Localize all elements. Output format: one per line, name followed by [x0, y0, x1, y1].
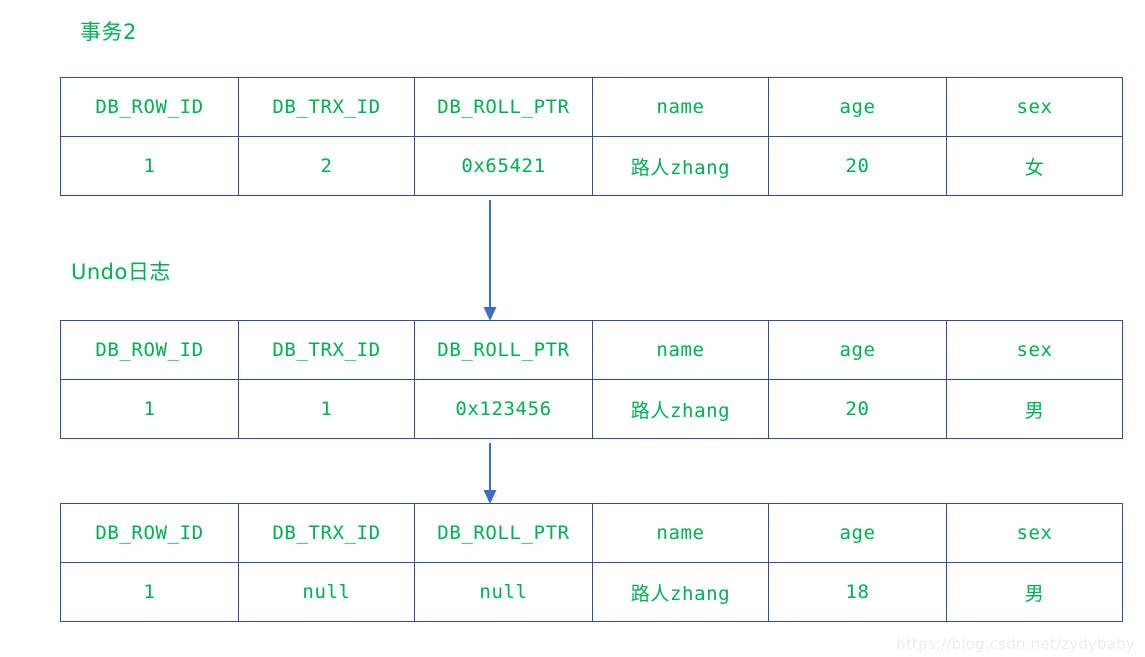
- table-header-row: DB_ROW_ID DB_TRX_ID DB_ROLL_PTR name age…: [60, 503, 1123, 563]
- header-cell-age: age: [768, 77, 947, 137]
- header-cell-sex: sex: [946, 320, 1123, 380]
- cell-sex: 男: [946, 562, 1123, 622]
- undo-version-1-table: DB_ROW_ID DB_TRX_ID DB_ROLL_PTR name age…: [60, 320, 1123, 439]
- table-header-row: DB_ROW_ID DB_TRX_ID DB_ROLL_PTR name age…: [60, 77, 1123, 137]
- header-cell-db-row-id: DB_ROW_ID: [60, 503, 239, 563]
- watermark-text: https://blog.csdn.net/zydybaby: [896, 635, 1135, 653]
- cell-db-trx-id: null: [238, 562, 415, 622]
- header-cell-age: age: [768, 320, 947, 380]
- arrow-undo1-to-undo2: [483, 443, 497, 504]
- header-cell-db-roll-ptr: DB_ROLL_PTR: [414, 503, 593, 563]
- cell-db-row-id: 1: [60, 379, 239, 439]
- header-cell-db-row-id: DB_ROW_ID: [60, 77, 239, 137]
- arrow-current-to-undo1: [483, 200, 497, 321]
- header-cell-sex: sex: [946, 77, 1123, 137]
- cell-db-trx-id: 2: [238, 136, 415, 196]
- undo-log-label: Undo日志: [71, 260, 171, 284]
- cell-name: 路人zhang: [592, 379, 769, 439]
- table-row: 1 2 0x65421 路人zhang 20 女: [60, 136, 1123, 196]
- header-cell-name: name: [592, 320, 769, 380]
- header-cell-db-row-id: DB_ROW_ID: [60, 320, 239, 380]
- header-cell-name: name: [592, 77, 769, 137]
- header-cell-db-trx-id: DB_TRX_ID: [238, 320, 415, 380]
- cell-db-roll-ptr: 0x123456: [414, 379, 593, 439]
- table-row: 1 1 0x123456 路人zhang 20 男: [60, 379, 1123, 439]
- header-cell-sex: sex: [946, 503, 1123, 563]
- cell-db-trx-id: 1: [238, 379, 415, 439]
- cell-db-roll-ptr: null: [414, 562, 593, 622]
- current-record-table: DB_ROW_ID DB_TRX_ID DB_ROLL_PTR name age…: [60, 77, 1123, 196]
- header-cell-db-roll-ptr: DB_ROLL_PTR: [414, 320, 593, 380]
- cell-age: 20: [768, 136, 947, 196]
- undo-version-2-table: DB_ROW_ID DB_TRX_ID DB_ROLL_PTR name age…: [60, 503, 1123, 622]
- table-header-row: DB_ROW_ID DB_TRX_ID DB_ROLL_PTR name age…: [60, 320, 1123, 380]
- cell-name: 路人zhang: [592, 562, 769, 622]
- header-cell-age: age: [768, 503, 947, 563]
- cell-age: 20: [768, 379, 947, 439]
- cell-db-row-id: 1: [60, 562, 239, 622]
- cell-sex: 女: [946, 136, 1123, 196]
- cell-name: 路人zhang: [592, 136, 769, 196]
- cell-age: 18: [768, 562, 947, 622]
- cell-db-row-id: 1: [60, 136, 239, 196]
- cell-sex: 男: [946, 379, 1123, 439]
- header-cell-db-trx-id: DB_TRX_ID: [238, 77, 415, 137]
- cell-db-roll-ptr: 0x65421: [414, 136, 593, 196]
- header-cell-db-roll-ptr: DB_ROLL_PTR: [414, 77, 593, 137]
- table-row: 1 null null 路人zhang 18 男: [60, 562, 1123, 622]
- transaction-title-label: 事务2: [80, 20, 137, 44]
- header-cell-name: name: [592, 503, 769, 563]
- header-cell-db-trx-id: DB_TRX_ID: [238, 503, 415, 563]
